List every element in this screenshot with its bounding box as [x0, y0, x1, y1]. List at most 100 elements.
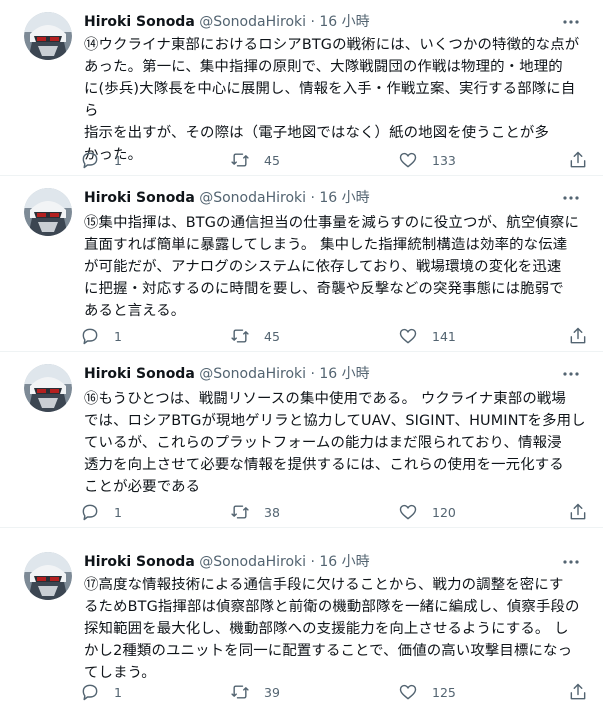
tweet[interactable]: Hiroki Sonoda @SonodaHiroki · 16 小時 ⑭ウクラ… [0, 0, 603, 176]
tweet-text: ⑰高度な情報技術による通信手段に欠けることから、戦力の調整を密にす るためBTG… [84, 574, 588, 684]
avatar[interactable] [24, 364, 72, 412]
tweet-text-line: ているが、これらのプラットフォームの能力はまだ限られており、情報浸 [84, 435, 562, 451]
tweet-text-line: ことが必要である [84, 479, 201, 495]
share-button[interactable] [568, 500, 588, 524]
tweet-header: Hiroki Sonoda @SonodaHiroki · 16 小時 [84, 552, 370, 572]
more-icon [563, 560, 579, 564]
reply-count: 1 [114, 504, 122, 520]
tweet-text-line: が可能だが、アナログのシステムに依存しており、戦場環境の変化を迅速 [84, 259, 562, 275]
avatar[interactable] [24, 12, 72, 60]
reply-button[interactable]: 1 [80, 324, 122, 348]
reply-icon [82, 152, 98, 169]
retweet-button[interactable]: 45 [230, 148, 280, 172]
share-button[interactable] [568, 148, 588, 172]
user-handle[interactable]: @SonodaHiroki [199, 554, 306, 570]
retweet-icon [231, 505, 249, 519]
display-name[interactable]: Hiroki Sonoda [84, 366, 195, 382]
tweet-text-line: 指示を出すが、その際は（電子地図ではなく）紙の地図を使うことが多 [84, 125, 550, 141]
display-name[interactable]: Hiroki Sonoda [84, 14, 195, 30]
like-button[interactable]: 120 [398, 500, 456, 524]
tweet-text-line: ⑮集中指揮は、BTGの通信担当の仕事量を減らすのに役立つが、航空偵察に [84, 215, 579, 231]
tweet-actions: 1 45 141 [80, 324, 590, 348]
timestamp[interactable]: 16 小時 [319, 366, 369, 382]
retweet-count: 45 [264, 152, 280, 168]
reply-icon [82, 504, 98, 521]
tweet[interactable]: Hiroki Sonoda @SonodaHiroki · 16 小時 ⑰高度な… [0, 540, 603, 708]
tweet[interactable]: Hiroki Sonoda @SonodaHiroki · 16 小時 ⑮集中指… [0, 176, 603, 352]
tweet-text: ⑭ウクライナ東部におけるロシアBTGの戦術には、いくつかの特徴的な点が あった。… [84, 34, 588, 166]
like-button[interactable]: 133 [398, 148, 456, 172]
avatar-image [24, 552, 72, 600]
retweet-icon [231, 153, 249, 167]
separator-dot: · [310, 554, 315, 570]
reply-count: 1 [114, 328, 122, 344]
heart-icon [399, 684, 417, 700]
retweet-button[interactable]: 45 [230, 324, 280, 348]
display-name[interactable]: Hiroki Sonoda [84, 554, 195, 570]
more-options-button[interactable] [559, 362, 583, 386]
display-name[interactable]: Hiroki Sonoda [84, 190, 195, 206]
heart-icon [399, 504, 417, 520]
tweet-header: Hiroki Sonoda @SonodaHiroki · 16 小時 [84, 12, 370, 32]
user-handle[interactable]: @SonodaHiroki [199, 366, 306, 382]
retweet-icon [231, 685, 249, 699]
like-count: 125 [432, 684, 456, 700]
tweet-text-line: ⑭ウクライナ東部におけるロシアBTGの戦術には、いくつかの特徴的な点が [84, 37, 580, 53]
retweet-button[interactable]: 39 [230, 680, 280, 704]
user-handle[interactable]: @SonodaHiroki [199, 190, 306, 206]
tweet-text-line: かし2種類のユニットを同一に配置することで、価値の高い攻撃目標になっ [84, 643, 573, 659]
avatar[interactable] [24, 188, 72, 236]
reply-button[interactable]: 1 [80, 148, 122, 172]
timestamp[interactable]: 16 小時 [319, 554, 369, 570]
reply-icon [82, 328, 98, 345]
like-count: 141 [432, 328, 456, 344]
reply-button[interactable]: 1 [80, 680, 122, 704]
heart-icon [399, 328, 417, 344]
tweet-text-line: 探知範囲を最大化し、機動部隊への支援能力を向上させるようにする。 し [84, 621, 569, 637]
tweet-text: ⑯もうひとつは、戦闘リソースの集中使用である。 ウクライナ東部の戦場 では、ロシ… [84, 388, 588, 498]
reply-button[interactable]: 1 [80, 500, 122, 524]
share-button[interactable] [568, 324, 588, 348]
tweet-actions: 1 39 125 [80, 680, 590, 704]
share-button[interactable] [568, 680, 588, 704]
timestamp[interactable]: 16 小時 [319, 190, 369, 206]
tweet-text-line: に(歩兵)大隊長を中心に展開し、情報を入手・作戦立案、実行する部隊に自ら [84, 81, 576, 119]
tweet-text-line: ⑯もうひとつは、戦闘リソースの集中使用である。 ウクライナ東部の戦場 [84, 391, 566, 407]
avatar-image [24, 364, 72, 412]
heart-icon [399, 152, 417, 168]
like-button[interactable]: 141 [398, 324, 456, 348]
more-options-button[interactable] [559, 186, 583, 210]
more-icon [563, 20, 579, 24]
tweet-text-line: に把握・対応するのに時間を要し、奇襲や反撃などの突発事態には脆弱で [84, 281, 564, 297]
retweet-count: 38 [264, 504, 280, 520]
separator-dot: · [310, 190, 315, 206]
like-count: 133 [432, 152, 456, 168]
like-button[interactable]: 125 [398, 680, 456, 704]
tweet-text-line: 直面すれば簡単に暴露してしまう。 集中した指揮統制構造は効率的な伝達 [84, 237, 568, 253]
share-icon [570, 327, 586, 344]
more-options-button[interactable] [559, 10, 583, 34]
share-icon [570, 503, 586, 520]
tweet-actions: 1 45 133 [80, 148, 590, 172]
tweet-text-line: 透力を向上させて必要な情報を提供するには、これらの使用を一元化する [84, 457, 564, 473]
separator-dot: · [310, 14, 315, 30]
retweet-icon [231, 329, 249, 343]
reply-icon [82, 684, 98, 701]
tweet[interactable]: Hiroki Sonoda @SonodaHiroki · 16 小時 ⑯もうひ… [0, 352, 603, 528]
retweet-count: 45 [264, 328, 280, 344]
user-handle[interactable]: @SonodaHiroki [199, 14, 306, 30]
tweet-header: Hiroki Sonoda @SonodaHiroki · 16 小時 [84, 364, 370, 384]
retweet-button[interactable]: 38 [230, 500, 280, 524]
reply-count: 1 [114, 152, 122, 168]
tweet-divider [0, 527, 603, 528]
tweet-text: ⑮集中指揮は、BTGの通信担当の仕事量を減らすのに役立つが、航空偵察に 直面すれ… [84, 212, 588, 322]
more-options-button[interactable] [559, 550, 583, 574]
tweet-text-line: あると言える。 [84, 303, 186, 319]
avatar[interactable] [24, 552, 72, 600]
timeline: Hiroki Sonoda @SonodaHiroki · 16 小時 ⑭ウクラ… [0, 0, 603, 708]
tweet-text-line: では、ロシアBTGが現地ゲリラと協力してUAV、SIGINT、HUMINTを多用… [84, 413, 586, 429]
timestamp[interactable]: 16 小時 [319, 14, 369, 30]
more-icon [563, 196, 579, 200]
tweet-actions: 1 38 120 [80, 500, 590, 524]
share-icon [570, 683, 586, 700]
